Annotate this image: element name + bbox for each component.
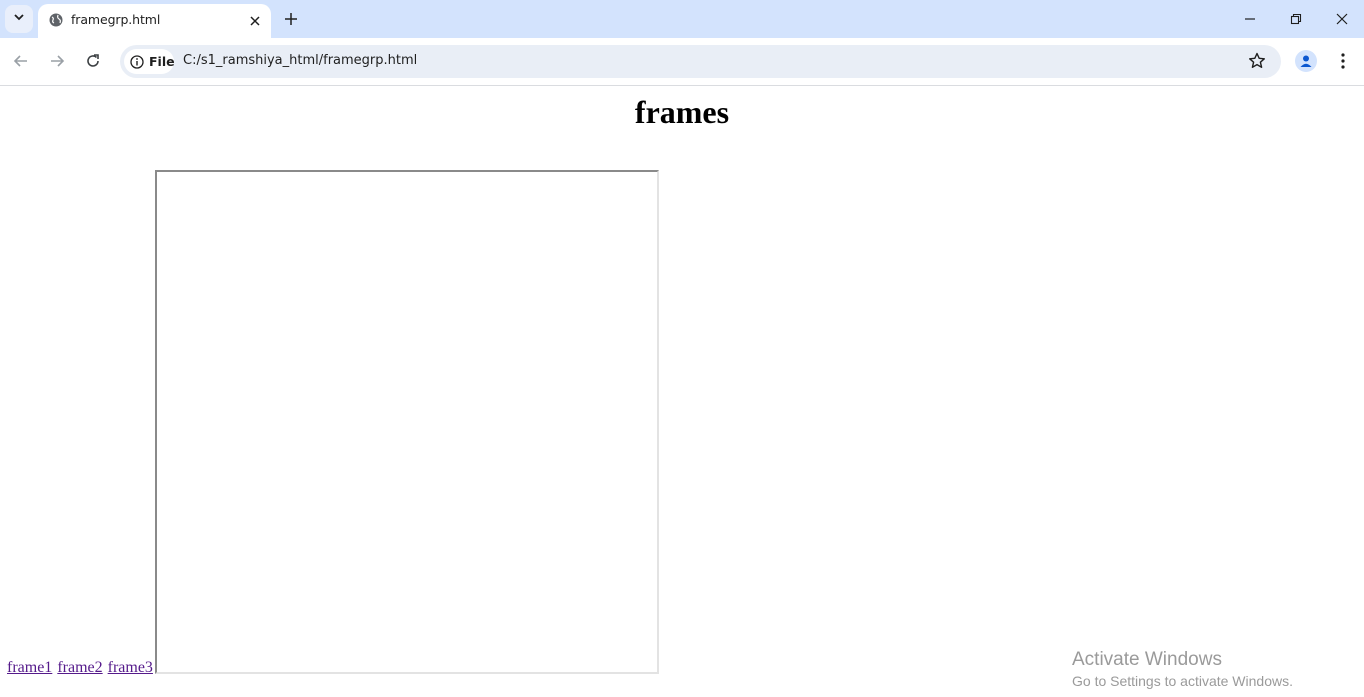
forward-arrow-icon[interactable] bbox=[46, 50, 68, 72]
url-text[interactable]: C:/s1_ramshiya_html/framegrp.html bbox=[183, 53, 417, 68]
watermark-title: Activate Windows bbox=[1072, 649, 1222, 670]
toolbar: File C:/s1_ramshiya_html/framegrp.html bbox=[0, 38, 1364, 86]
tab-title: framegrp.html bbox=[71, 12, 161, 27]
close-tab-icon[interactable] bbox=[246, 12, 264, 30]
info-icon bbox=[130, 54, 144, 69]
more-vert-icon[interactable] bbox=[1333, 50, 1353, 72]
site-info-chip[interactable]: File bbox=[124, 49, 175, 74]
frame1-link[interactable]: frame1 bbox=[7, 659, 52, 676]
address-bar[interactable]: File C:/s1_ramshiya_html/framegrp.html bbox=[120, 45, 1281, 78]
embedded-frame[interactable] bbox=[155, 170, 659, 674]
browser-tab[interactable]: framegrp.html bbox=[38, 4, 271, 38]
reload-icon[interactable] bbox=[82, 50, 104, 72]
page-title: frames bbox=[634, 94, 730, 130]
site-info-label: File bbox=[149, 54, 175, 69]
minimize-icon[interactable] bbox=[1227, 0, 1273, 38]
tab-strip: framegrp.html bbox=[0, 0, 1364, 38]
globe-icon bbox=[48, 12, 64, 28]
back-arrow-icon[interactable] bbox=[10, 50, 32, 72]
profile-avatar-icon[interactable] bbox=[1295, 50, 1317, 72]
close-icon[interactable] bbox=[1319, 0, 1364, 38]
tab-search-button[interactable] bbox=[5, 5, 33, 33]
chevron-down-icon bbox=[13, 10, 25, 28]
frame2-link[interactable]: frame2 bbox=[57, 659, 102, 676]
activate-windows-watermark: Activate Windows Go to Settings to activ… bbox=[1072, 649, 1293, 689]
watermark-subtitle: Go to Settings to activate Windows. bbox=[1072, 673, 1293, 689]
frame-links: frame1 frame2 frame3 bbox=[7, 659, 158, 677]
frame3-link[interactable]: frame3 bbox=[108, 659, 153, 676]
restore-icon[interactable] bbox=[1273, 0, 1319, 38]
page-content: frames frame1 frame2 frame3 Activate Windo… bbox=[0, 86, 1364, 697]
bookmark-star-icon[interactable] bbox=[1247, 51, 1267, 71]
plus-icon[interactable] bbox=[281, 9, 301, 29]
